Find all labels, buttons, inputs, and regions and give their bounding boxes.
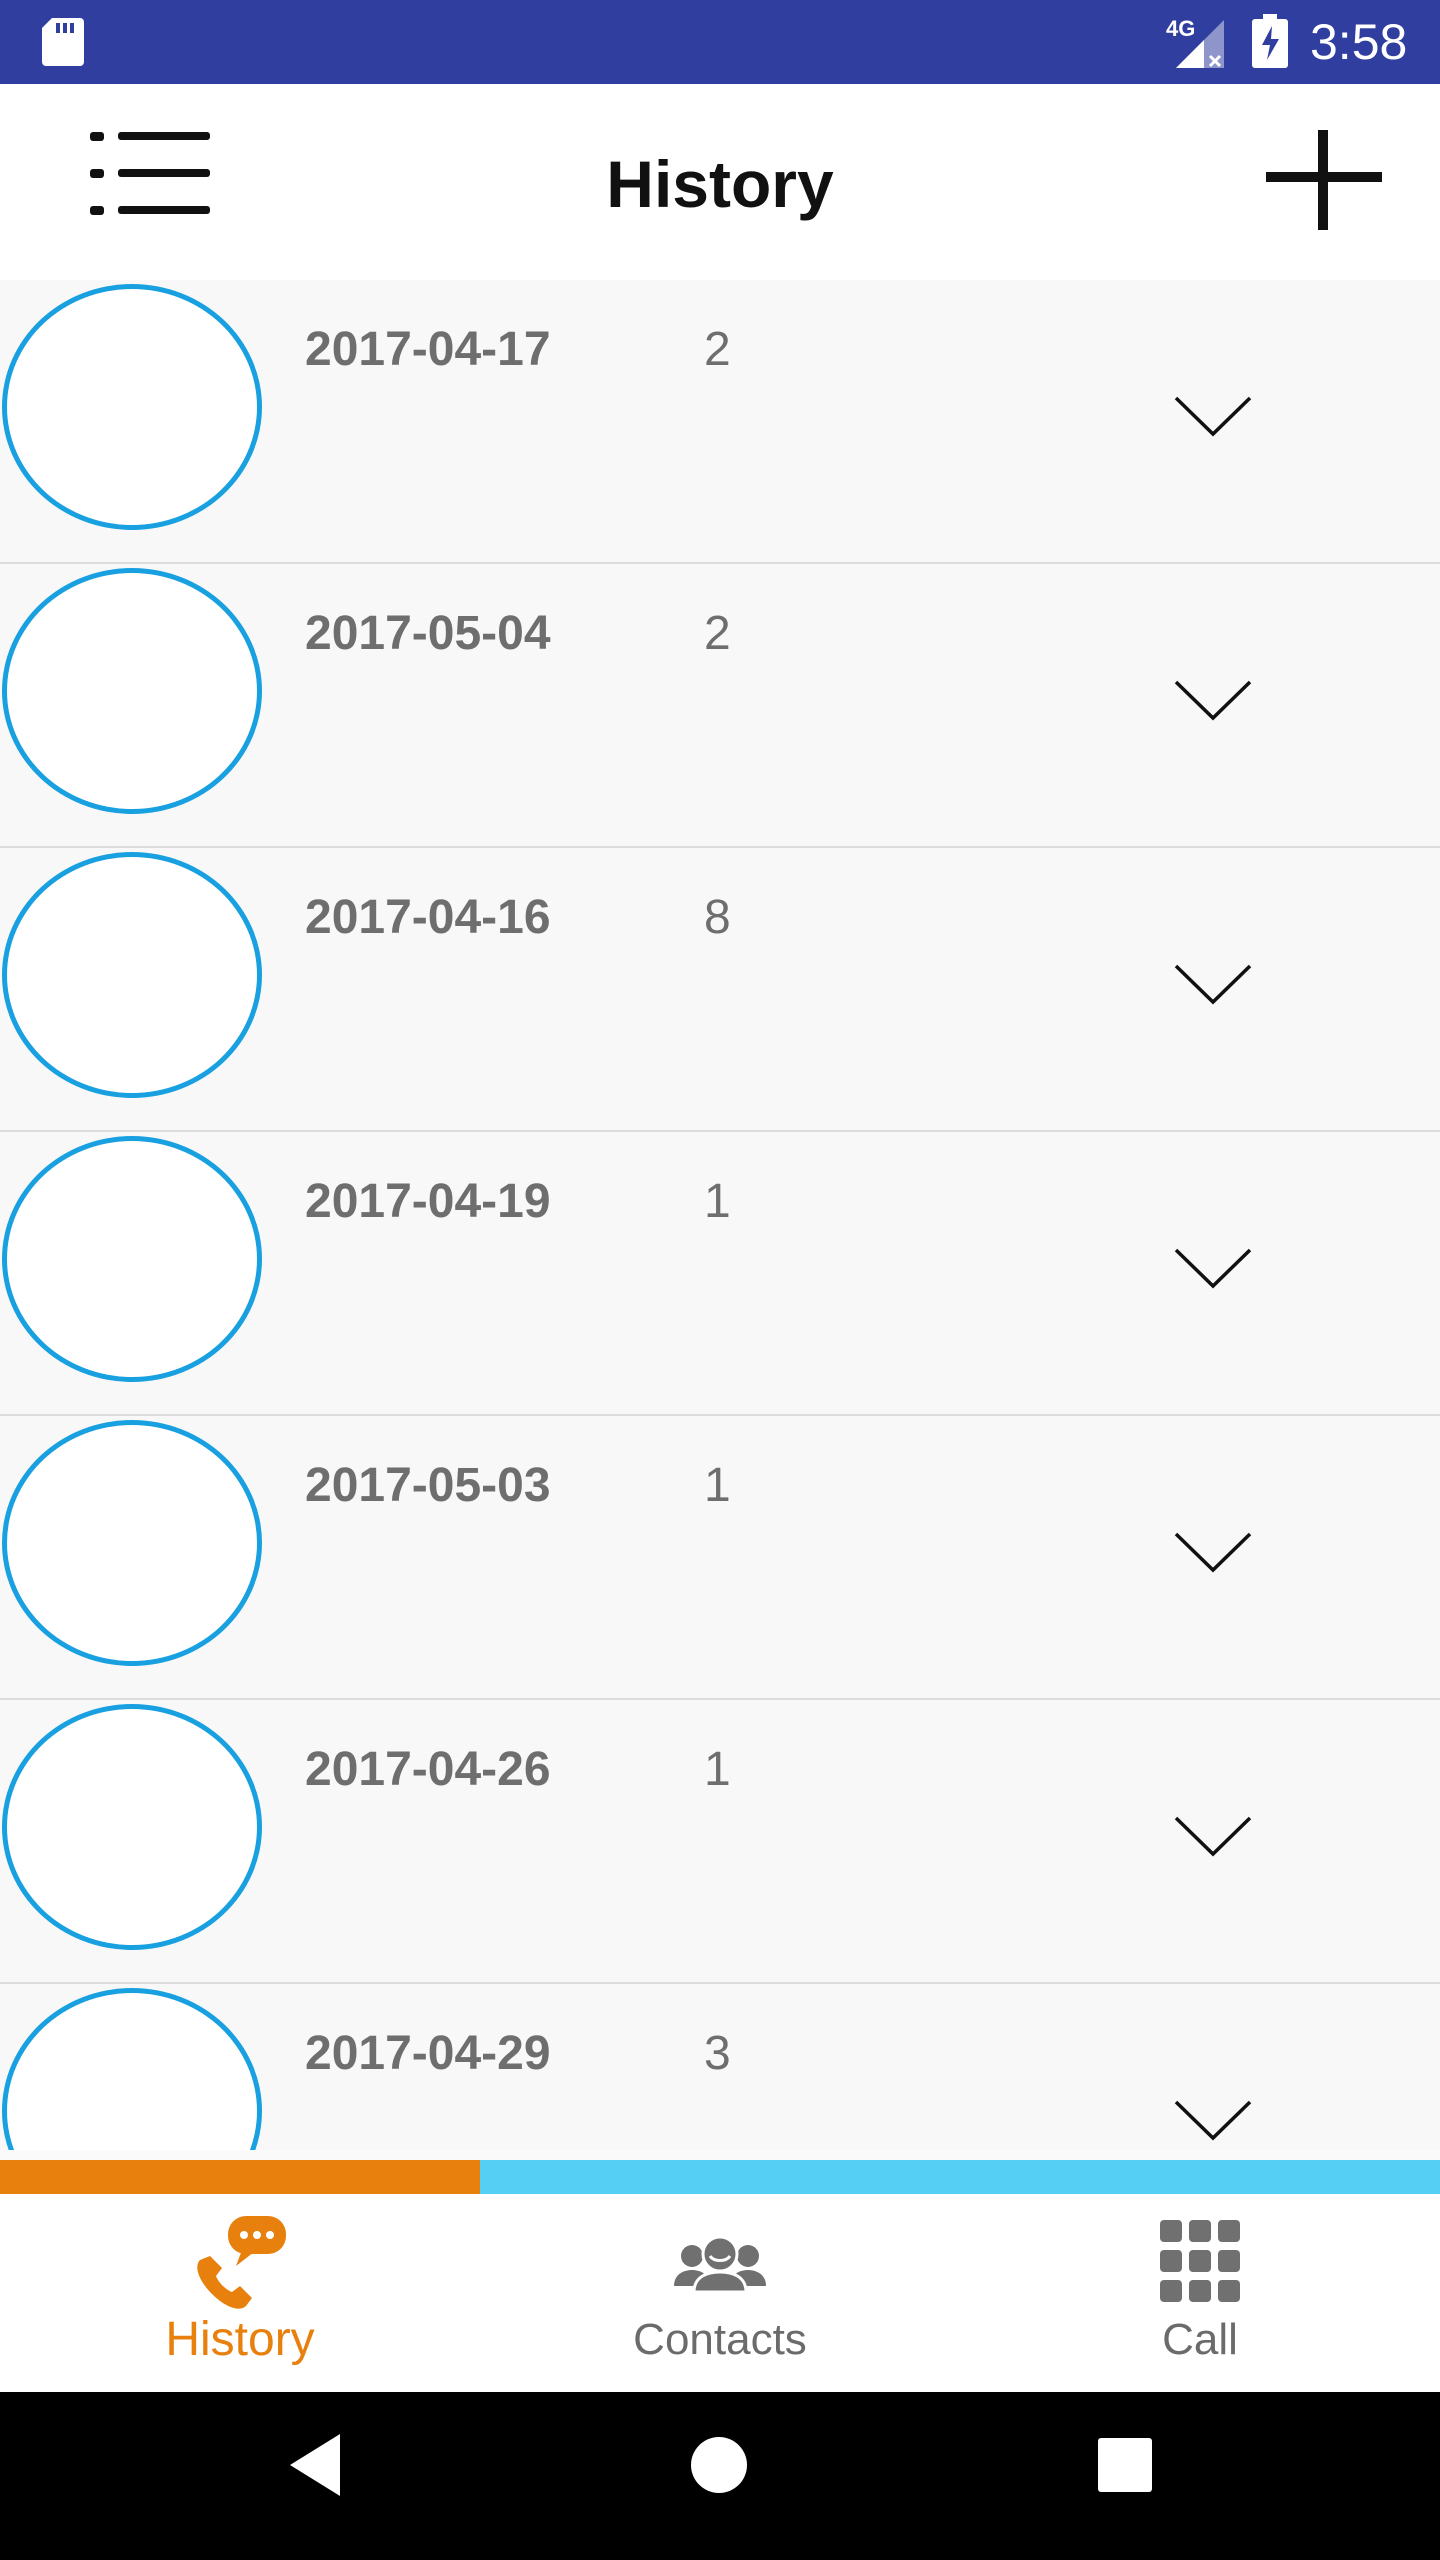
call-count: 3 <box>704 2027 731 2080</box>
history-item[interactable]: 2017-04-19 1 <box>0 1132 1440 1417</box>
dialpad-icon <box>1160 2220 1240 2302</box>
history-date: 2017-04-16 <box>305 891 551 944</box>
chevron-down-icon[interactable] <box>1172 392 1254 442</box>
status-bar: 4G 3:58 <box>0 0 1440 84</box>
contact-avatar <box>2 1136 262 1382</box>
plus-icon[interactable] <box>1262 118 1386 242</box>
history-item[interactable]: 2017-04-17 2 <box>0 280 1440 565</box>
tab-contacts-label: Contacts <box>633 2315 807 2364</box>
tab-call-label: Call <box>1162 2315 1238 2364</box>
chevron-down-icon[interactable] <box>1172 1244 1254 1294</box>
chevron-down-icon[interactable] <box>1172 960 1254 1010</box>
history-date: 2017-04-19 <box>305 1175 551 1228</box>
history-item[interactable]: 2017-04-16 8 <box>0 848 1440 1133</box>
tab-history-label: History <box>165 2313 315 2366</box>
chevron-down-icon[interactable] <box>1172 1812 1254 1862</box>
contact-avatar <box>2 1988 262 2150</box>
call-count: 2 <box>704 323 731 376</box>
tab-indicator-active <box>0 2160 480 2194</box>
call-count: 1 <box>704 1743 731 1796</box>
network-type-label: 4G <box>1166 16 1195 41</box>
history-list[interactable]: 2017-04-17 2 2017-05-04 2 2017-04-16 8 2… <box>0 280 1440 2150</box>
tab-history[interactable]: History <box>0 2194 480 2392</box>
history-item[interactable]: 2017-04-26 1 <box>0 1700 1440 1985</box>
signal-icon: 4G <box>1166 16 1224 68</box>
call-count: 1 <box>704 1175 731 1228</box>
back-icon[interactable] <box>286 2430 346 2500</box>
system-nav-bar <box>0 2392 1440 2560</box>
bottom-nav: History Contacts Call <box>0 2194 1440 2392</box>
contact-avatar <box>2 568 262 814</box>
call-count: 8 <box>704 891 731 944</box>
phone-chat-icon <box>197 2216 286 2309</box>
group-icon <box>674 2235 766 2294</box>
status-time: 3:58 <box>1310 14 1408 70</box>
sd-card-icon <box>42 18 84 66</box>
history-item[interactable]: 2017-05-04 2 <box>0 564 1440 849</box>
history-item[interactable]: 2017-05-03 1 <box>0 1416 1440 1701</box>
tab-call[interactable]: Call <box>960 2194 1440 2392</box>
contact-avatar <box>2 284 262 530</box>
recents-icon[interactable] <box>1098 2438 1152 2492</box>
contact-avatar <box>2 1420 262 1666</box>
battery-charging-icon <box>1252 14 1288 68</box>
call-count: 2 <box>704 607 731 660</box>
chevron-down-icon[interactable] <box>1172 2096 1254 2146</box>
home-icon[interactable] <box>690 2436 748 2494</box>
chevron-down-icon[interactable] <box>1172 1528 1254 1578</box>
contact-avatar <box>2 852 262 1098</box>
app-bar: History <box>0 84 1440 280</box>
call-count: 1 <box>704 1459 731 1512</box>
chevron-down-icon[interactable] <box>1172 676 1254 726</box>
history-date: 2017-04-26 <box>305 1743 551 1796</box>
history-item[interactable]: 2017-04-29 3 <box>0 1984 1440 2150</box>
tab-contacts[interactable]: Contacts <box>480 2194 960 2392</box>
history-date: 2017-04-17 <box>305 323 551 376</box>
tab-indicator <box>0 2160 1440 2194</box>
history-date: 2017-05-03 <box>305 1459 551 1512</box>
page-title: History <box>606 147 834 221</box>
contact-avatar <box>2 1704 262 1950</box>
history-date: 2017-05-04 <box>305 607 551 660</box>
history-date: 2017-04-29 <box>305 2027 551 2080</box>
